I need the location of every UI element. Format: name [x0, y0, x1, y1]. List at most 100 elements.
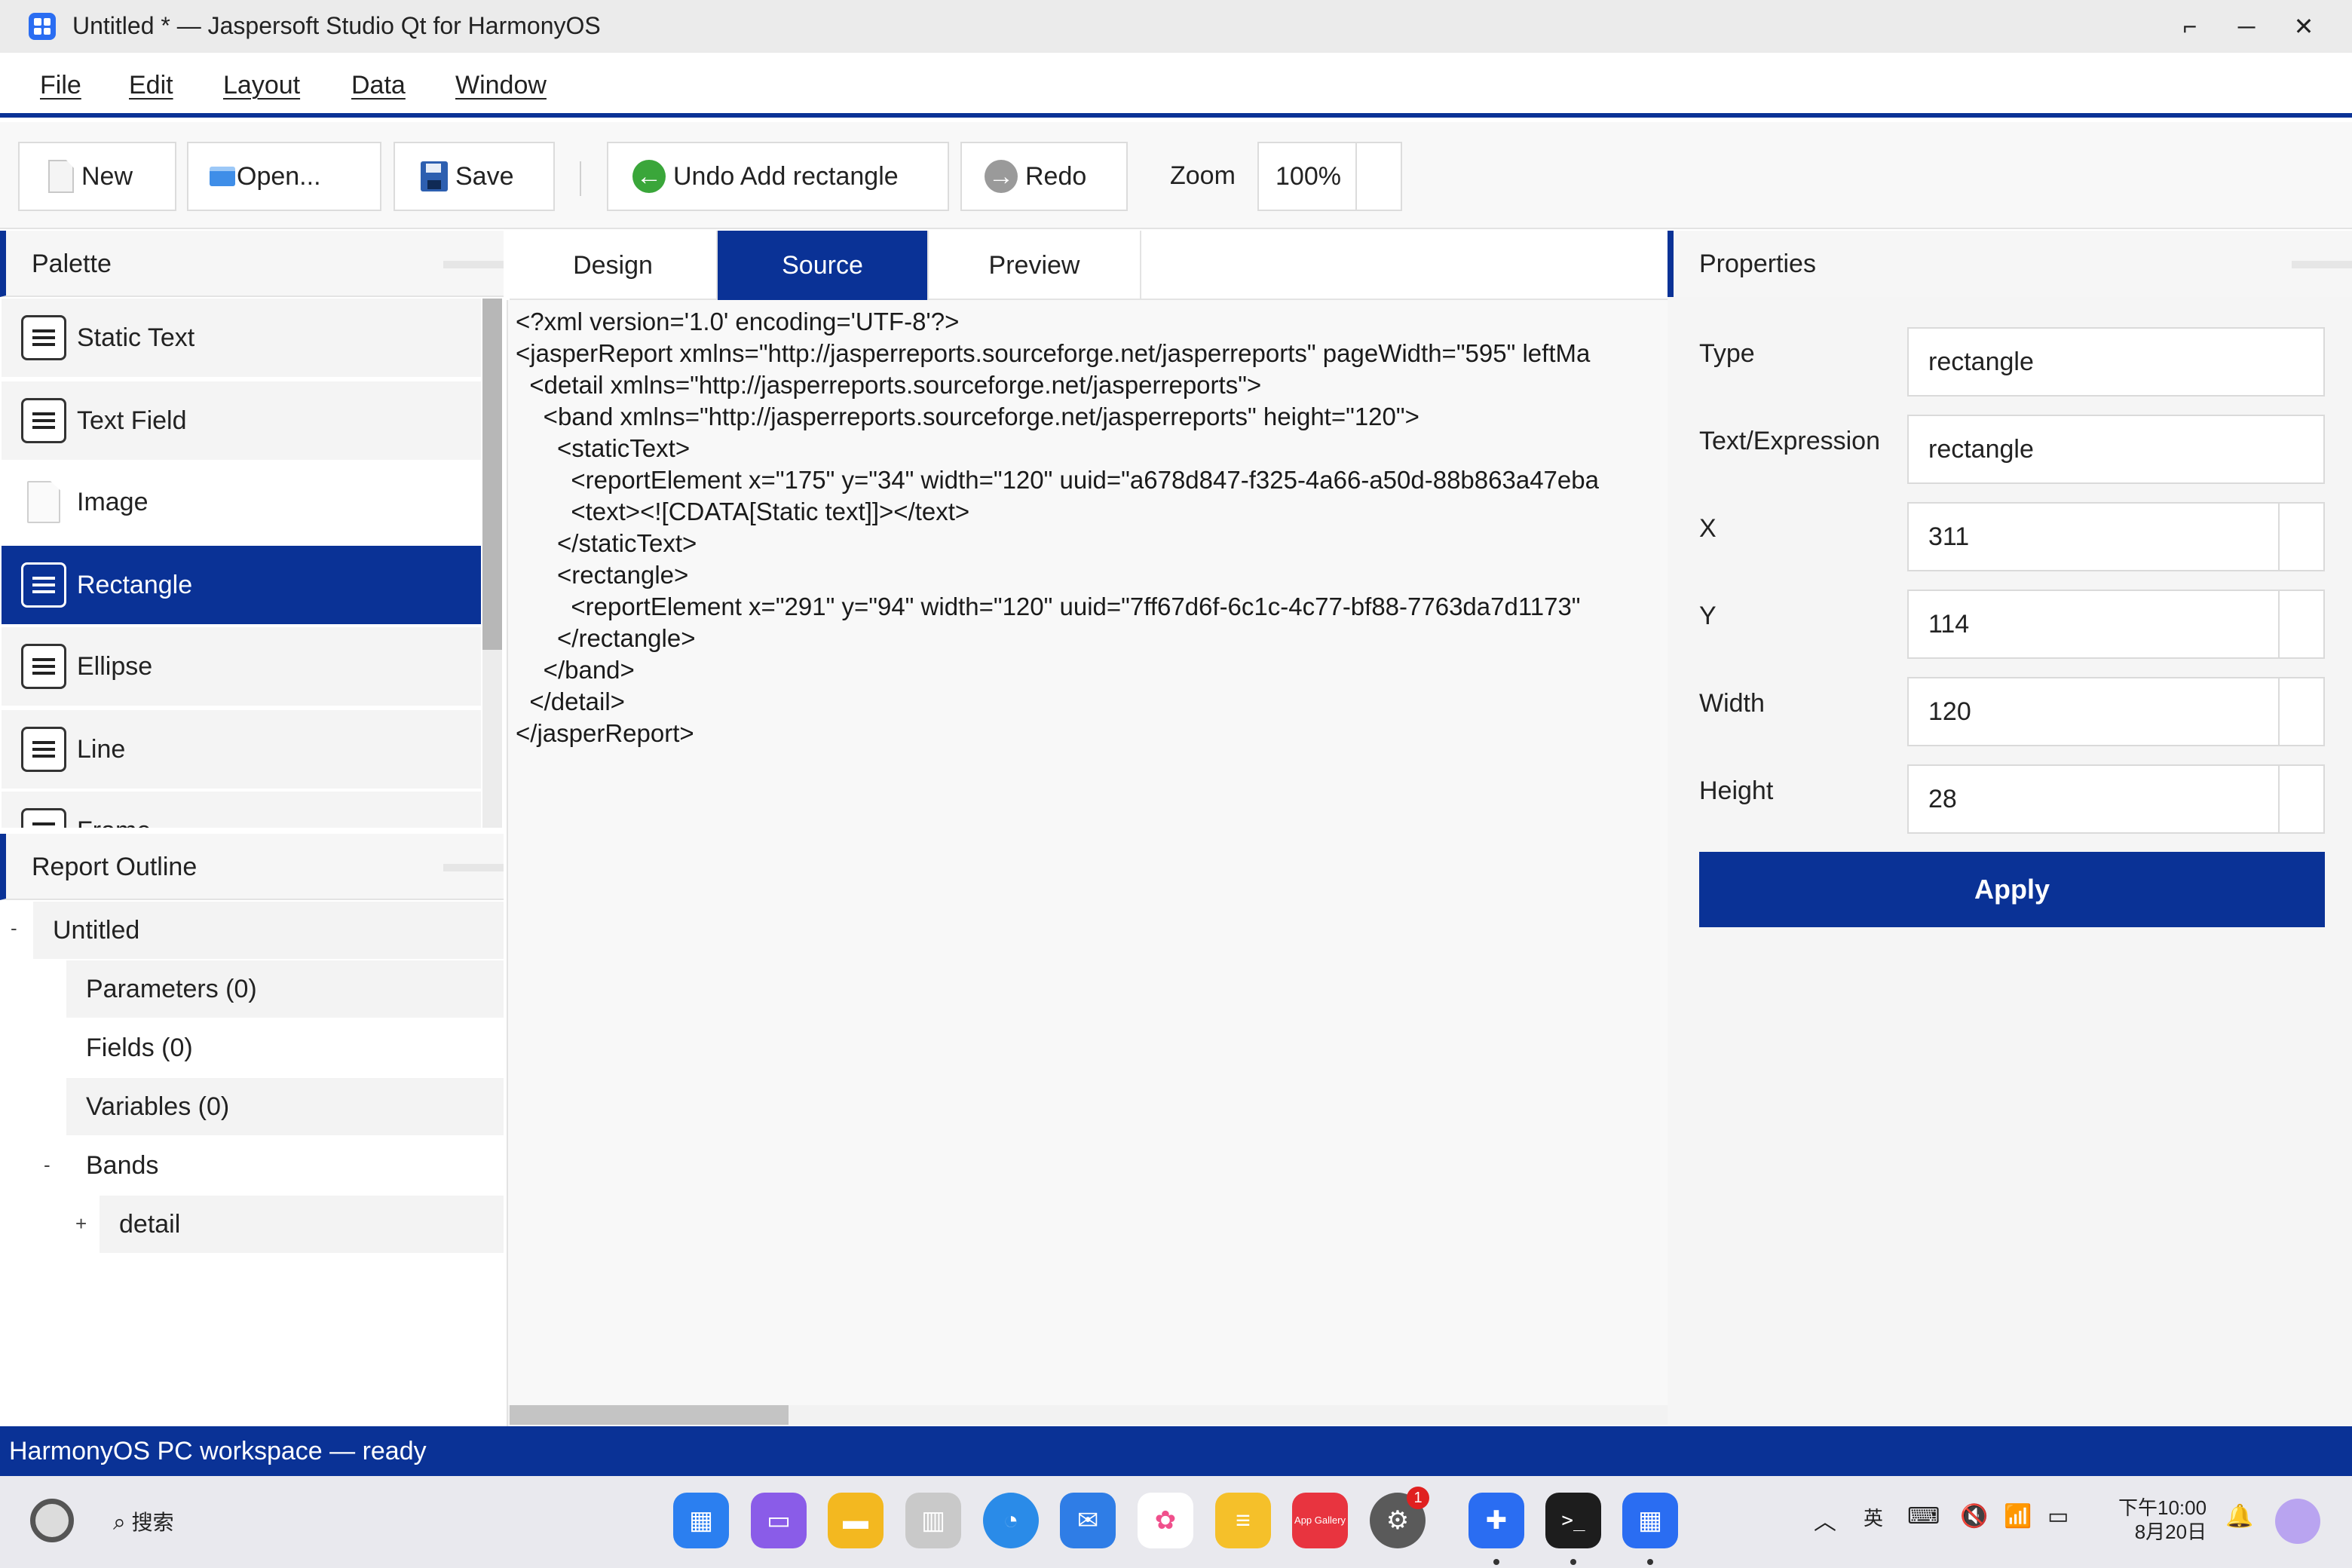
outline-item-detail[interactable]: detail [100, 1196, 504, 1253]
width-value: 120 [1928, 697, 1971, 726]
scrollbar-thumb[interactable] [482, 299, 502, 650]
ime-indicator[interactable]: 英 [1864, 1503, 1883, 1531]
undo-button[interactable]: ← Undo Add rectangle [607, 142, 949, 211]
outline-item-variables[interactable]: Variables (0) [66, 1078, 504, 1135]
palette-item-label: Text Field [77, 406, 187, 435]
code-line: </rectangle> [516, 624, 696, 652]
tab-preview[interactable]: Preview [929, 231, 1141, 300]
clock-date: 8月20日 [2134, 1521, 2207, 1543]
menu-data[interactable]: Data [351, 71, 406, 100]
type-value: rectangle [1928, 348, 2034, 376]
type-field[interactable]: rectangle [1907, 327, 2325, 397]
outline-title: Report Outline [32, 853, 198, 881]
zoom-input[interactable]: 100% [1257, 142, 1402, 211]
zoom-value: 100% [1276, 162, 1341, 191]
recycle-bin-icon[interactable]: ▥ [905, 1493, 961, 1548]
palette-item-text-field[interactable]: Text Field [2, 381, 481, 460]
menu-layout[interactable]: Layout [223, 71, 300, 100]
palette-item-frame[interactable]: Frame [2, 792, 481, 828]
y-spinner[interactable] [2278, 591, 2323, 657]
x-field[interactable]: 311 [1907, 502, 2325, 571]
code-line: </staticText> [516, 529, 697, 557]
palette-item-line[interactable]: Line [2, 710, 481, 789]
save-icon [421, 161, 448, 191]
app-gallery-label: App Gallery [1294, 1514, 1346, 1526]
panel-grip[interactable] [443, 261, 504, 268]
outline-item-untitled[interactable]: Untitled [33, 902, 504, 959]
redo-button[interactable]: → Redo [960, 142, 1128, 211]
height-spinner[interactable] [2278, 766, 2323, 832]
menu-edit[interactable]: Edit [129, 71, 173, 100]
outline-item-bands[interactable]: Bands [66, 1137, 504, 1194]
minimize-button[interactable]: ─ [2224, 8, 2269, 45]
palette-item-ellipse[interactable]: Ellipse [2, 627, 481, 706]
text-lines-icon [21, 398, 66, 443]
zoom-spinner[interactable] [1355, 143, 1401, 210]
gallery-icon[interactable]: ✿ [1138, 1493, 1193, 1548]
battery-icon[interactable]: ▭ [2047, 1503, 2069, 1530]
terminal-icon[interactable]: >_ [1545, 1493, 1601, 1548]
code-line: <staticText> [516, 434, 691, 462]
panel-grip[interactable] [2292, 261, 2352, 268]
scrollbar-thumb[interactable] [510, 1405, 789, 1425]
outline-item-fields[interactable]: Fields (0) [66, 1019, 504, 1076]
x-label: X [1699, 514, 1717, 543]
width-field[interactable]: 120 [1907, 677, 2325, 746]
start-button[interactable] [30, 1499, 74, 1542]
taskbar-search[interactable]: ⌕ 搜索 [113, 1506, 174, 1536]
notification-bell-icon[interactable]: 🔔 [2225, 1503, 2253, 1530]
apply-button[interactable]: Apply [1699, 852, 2325, 927]
text-expression-field[interactable]: rectangle [1907, 415, 2325, 484]
collapse-toggle[interactable]: - [44, 1153, 51, 1177]
tab-source[interactable]: Source [718, 231, 929, 300]
app-gallery-icon[interactable]: App Gallery [1292, 1493, 1348, 1548]
source-editor[interactable]: <?xml version='1.0' encoding='UTF-8'?> <… [507, 300, 1668, 1426]
width-spinner[interactable] [2278, 678, 2323, 745]
app-launcher-icon[interactable]: ▦ [673, 1493, 729, 1548]
height-field[interactable]: 28 [1907, 764, 2325, 834]
tab-design[interactable]: Design [510, 231, 718, 300]
y-field[interactable]: 114 [1907, 590, 2325, 659]
clock[interactable]: 下午10:00 8月20日 [2118, 1496, 2207, 1544]
text-expression-label: Text/Expression [1699, 427, 1880, 455]
chevron-up-icon[interactable]: ︿ [1814, 1503, 1836, 1536]
wifi-icon[interactable]: 📶 [2004, 1503, 2032, 1530]
save-button[interactable]: Save [394, 142, 555, 211]
panel-grip[interactable] [443, 864, 504, 871]
editor-horizontal-scrollbar[interactable] [508, 1405, 1668, 1425]
browser-icon[interactable]: ◔ [983, 1493, 1039, 1548]
outline-item-parameters[interactable]: Parameters (0) [66, 960, 504, 1018]
jaspersoft-app-icon[interactable]: ▦ [1622, 1493, 1678, 1548]
redo-arrow-icon: → [985, 160, 1018, 193]
close-button[interactable]: ✕ [2281, 8, 2326, 45]
palette-item-rectangle[interactable]: Rectangle [2, 546, 481, 624]
restore-button[interactable]: ⌐ [2167, 8, 2213, 45]
mail-icon[interactable]: ✉ [1060, 1493, 1116, 1548]
collapse-toggle[interactable]: - [11, 917, 17, 940]
palette-item-image[interactable]: Image [2, 463, 481, 541]
zoom-label: Zoom [1170, 161, 1236, 190]
code-line: <reportElement x="291" y="94" width="120… [516, 593, 1581, 620]
palette-item-label: Ellipse [77, 651, 153, 681]
editor-tabs: Design Source Preview [510, 231, 1668, 300]
menu-window[interactable]: Window [455, 71, 547, 100]
open-button[interactable]: Open... [187, 142, 381, 211]
notes-icon[interactable]: ≡ [1215, 1493, 1271, 1548]
keyboard-icon[interactable]: ⌨ [1907, 1503, 1940, 1530]
assistant-orb-icon[interactable] [2275, 1499, 2320, 1544]
palette-item-label: Image [77, 487, 149, 516]
menu-file[interactable]: File [40, 71, 81, 100]
volume-muted-icon[interactable]: 🔇 [1960, 1503, 1988, 1530]
expand-toggle[interactable]: + [75, 1212, 87, 1236]
palette-item-label: Static Text [77, 323, 195, 352]
palette-item-static-text[interactable]: Static Text [2, 299, 481, 377]
x-spinner[interactable] [2278, 504, 2323, 570]
multitask-icon[interactable]: ▭ [751, 1493, 807, 1548]
height-label: Height [1699, 776, 1774, 805]
new-button[interactable]: New [18, 142, 176, 211]
palette-scrollbar[interactable] [482, 299, 502, 828]
extension-icon[interactable]: ✚ [1468, 1493, 1524, 1548]
menu-bar: File Edit Layout Data Window [0, 53, 2352, 118]
files-folder-icon[interactable]: ▬ [828, 1493, 884, 1548]
palette-list: Static Text Text Field Image Rectangle E… [0, 299, 482, 828]
